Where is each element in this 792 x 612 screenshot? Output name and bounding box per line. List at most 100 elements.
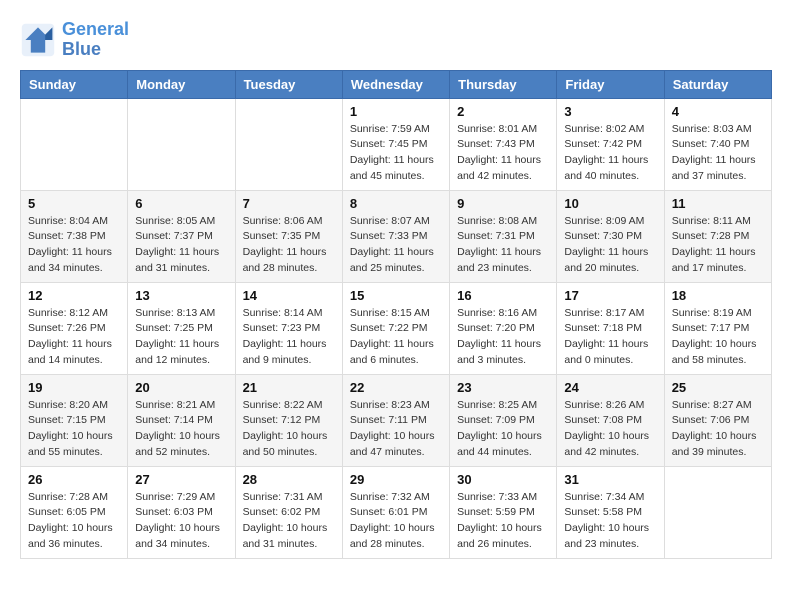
calendar-day-10: 10 Sunrise: 8:09 AM Sunset: 7:30 PM Dayli… <box>557 190 664 282</box>
day-header-thursday: Thursday <box>450 70 557 98</box>
calendar-week-row: 5 Sunrise: 8:04 AM Sunset: 7:38 PM Daylig… <box>21 190 772 282</box>
day-info: Sunrise: 8:07 AM Sunset: 7:33 PM Dayligh… <box>350 214 442 277</box>
calendar-day-21: 21 Sunrise: 8:22 AM Sunset: 7:12 PM Dayli… <box>235 374 342 466</box>
day-number: 18 <box>672 288 764 303</box>
day-number: 23 <box>457 380 549 395</box>
day-info: Sunrise: 8:01 AM Sunset: 7:43 PM Dayligh… <box>457 122 549 185</box>
calendar-day-12: 12 Sunrise: 8:12 AM Sunset: 7:26 PM Dayli… <box>21 282 128 374</box>
day-number: 28 <box>243 472 335 487</box>
day-info: Sunrise: 8:25 AM Sunset: 7:09 PM Dayligh… <box>457 398 549 461</box>
day-info: Sunrise: 8:27 AM Sunset: 7:06 PM Dayligh… <box>672 398 764 461</box>
day-info: Sunrise: 8:04 AM Sunset: 7:38 PM Dayligh… <box>28 214 120 277</box>
page-header: General Blue <box>20 20 772 60</box>
calendar-day-8: 8 Sunrise: 8:07 AM Sunset: 7:33 PM Daylig… <box>342 190 449 282</box>
day-info: Sunrise: 7:59 AM Sunset: 7:45 PM Dayligh… <box>350 122 442 185</box>
day-number: 27 <box>135 472 227 487</box>
calendar-day-30: 30 Sunrise: 7:33 AM Sunset: 5:59 PM Dayli… <box>450 466 557 558</box>
day-number: 3 <box>564 104 656 119</box>
day-number: 29 <box>350 472 442 487</box>
calendar-day-14: 14Sunrise: 8:14 AM Sunset: 7:23 PM Dayli… <box>235 282 342 374</box>
day-header-saturday: Saturday <box>664 70 771 98</box>
calendar-day-17: 17 Sunrise: 8:17 AM Sunset: 7:18 PM Dayli… <box>557 282 664 374</box>
day-info: Sunrise: 8:03 AM Sunset: 7:40 PM Dayligh… <box>672 122 764 185</box>
day-info: Sunrise: 8:14 AM Sunset: 7:23 PM Dayligh… <box>243 306 335 369</box>
day-number: 5 <box>28 196 120 211</box>
day-info: Sunrise: 8:26 AM Sunset: 7:08 PM Dayligh… <box>564 398 656 461</box>
calendar-day-5: 5 Sunrise: 8:04 AM Sunset: 7:38 PM Daylig… <box>21 190 128 282</box>
calendar-week-row: 19 Sunrise: 8:20 AM Sunset: 7:15 PM Dayli… <box>21 374 772 466</box>
day-info: Sunrise: 8:09 AM Sunset: 7:30 PM Dayligh… <box>564 214 656 277</box>
day-number: 16 <box>457 288 549 303</box>
calendar-day-15: 15 Sunrise: 8:15 AM Sunset: 7:22 PM Dayli… <box>342 282 449 374</box>
empty-day-cell <box>128 98 235 190</box>
day-header-sunday: Sunday <box>21 70 128 98</box>
calendar-header-row: SundayMondayTuesdayWednesdayThursdayFrid… <box>21 70 772 98</box>
calendar-week-row: 12 Sunrise: 8:12 AM Sunset: 7:26 PM Dayli… <box>21 282 772 374</box>
calendar-day-4: 4 Sunrise: 8:03 AM Sunset: 7:40 PM Daylig… <box>664 98 771 190</box>
day-info: Sunrise: 7:31 AM Sunset: 6:02 PM Dayligh… <box>243 490 335 553</box>
day-number: 2 <box>457 104 549 119</box>
day-number: 26 <box>28 472 120 487</box>
calendar-day-1: 1 Sunrise: 7:59 AM Sunset: 7:45 PM Daylig… <box>342 98 449 190</box>
day-info: Sunrise: 7:33 AM Sunset: 5:59 PM Dayligh… <box>457 490 549 553</box>
day-number: 13 <box>135 288 227 303</box>
day-number: 25 <box>672 380 764 395</box>
day-number: 11 <box>672 196 764 211</box>
day-info: Sunrise: 8:19 AM Sunset: 7:17 PM Dayligh… <box>672 306 764 369</box>
day-info: Sunrise: 8:17 AM Sunset: 7:18 PM Dayligh… <box>564 306 656 369</box>
calendar-day-25: 25 Sunrise: 8:27 AM Sunset: 7:06 PM Dayli… <box>664 374 771 466</box>
day-info: Sunrise: 7:28 AM Sunset: 6:05 PM Dayligh… <box>28 490 120 553</box>
day-info: Sunrise: 7:32 AM Sunset: 6:01 PM Dayligh… <box>350 490 442 553</box>
day-info: Sunrise: 7:29 AM Sunset: 6:03 PM Dayligh… <box>135 490 227 553</box>
calendar-day-3: 3 Sunrise: 8:02 AM Sunset: 7:42 PM Daylig… <box>557 98 664 190</box>
day-number: 7 <box>243 196 335 211</box>
calendar-day-18: 18 Sunrise: 8:19 AM Sunset: 7:17 PM Dayli… <box>664 282 771 374</box>
day-number: 4 <box>672 104 764 119</box>
day-info: Sunrise: 8:16 AM Sunset: 7:20 PM Dayligh… <box>457 306 549 369</box>
day-header-tuesday: Tuesday <box>235 70 342 98</box>
calendar-day-24: 24 Sunrise: 8:26 AM Sunset: 7:08 PM Dayli… <box>557 374 664 466</box>
day-number: 8 <box>350 196 442 211</box>
calendar-week-row: 26 Sunrise: 7:28 AM Sunset: 6:05 PM Dayli… <box>21 466 772 558</box>
day-number: 19 <box>28 380 120 395</box>
day-header-monday: Monday <box>128 70 235 98</box>
day-info: Sunrise: 8:15 AM Sunset: 7:22 PM Dayligh… <box>350 306 442 369</box>
day-number: 9 <box>457 196 549 211</box>
day-info: Sunrise: 8:23 AM Sunset: 7:11 PM Dayligh… <box>350 398 442 461</box>
day-number: 21 <box>243 380 335 395</box>
day-info: Sunrise: 8:21 AM Sunset: 7:14 PM Dayligh… <box>135 398 227 461</box>
calendar-day-22: 22 Sunrise: 8:23 AM Sunset: 7:11 PM Dayli… <box>342 374 449 466</box>
day-number: 15 <box>350 288 442 303</box>
day-number: 22 <box>350 380 442 395</box>
day-number: 24 <box>564 380 656 395</box>
day-number: 17 <box>564 288 656 303</box>
calendar-day-19: 19 Sunrise: 8:20 AM Sunset: 7:15 PM Dayli… <box>21 374 128 466</box>
day-info: Sunrise: 8:20 AM Sunset: 7:15 PM Dayligh… <box>28 398 120 461</box>
day-info: Sunrise: 8:12 AM Sunset: 7:26 PM Dayligh… <box>28 306 120 369</box>
day-info: Sunrise: 8:08 AM Sunset: 7:31 PM Dayligh… <box>457 214 549 277</box>
day-info: Sunrise: 7:34 AM Sunset: 5:58 PM Dayligh… <box>564 490 656 553</box>
empty-day-cell <box>664 466 771 558</box>
calendar-day-6: 6Sunrise: 8:05 AM Sunset: 7:37 PM Daylig… <box>128 190 235 282</box>
logo-icon <box>20 22 56 58</box>
calendar-day-26: 26 Sunrise: 7:28 AM Sunset: 6:05 PM Dayli… <box>21 466 128 558</box>
calendar-day-20: 20Sunrise: 8:21 AM Sunset: 7:14 PM Dayli… <box>128 374 235 466</box>
day-header-friday: Friday <box>557 70 664 98</box>
day-number: 12 <box>28 288 120 303</box>
day-number: 31 <box>564 472 656 487</box>
day-info: Sunrise: 8:02 AM Sunset: 7:42 PM Dayligh… <box>564 122 656 185</box>
day-info: Sunrise: 8:13 AM Sunset: 7:25 PM Dayligh… <box>135 306 227 369</box>
day-number: 1 <box>350 104 442 119</box>
calendar-day-7: 7Sunrise: 8:06 AM Sunset: 7:35 PM Daylig… <box>235 190 342 282</box>
logo-text: General Blue <box>62 20 129 60</box>
day-info: Sunrise: 8:05 AM Sunset: 7:37 PM Dayligh… <box>135 214 227 277</box>
day-number: 10 <box>564 196 656 211</box>
day-number: 30 <box>457 472 549 487</box>
day-header-wednesday: Wednesday <box>342 70 449 98</box>
day-info: Sunrise: 8:22 AM Sunset: 7:12 PM Dayligh… <box>243 398 335 461</box>
calendar-day-16: 16 Sunrise: 8:16 AM Sunset: 7:20 PM Dayli… <box>450 282 557 374</box>
calendar-day-23: 23 Sunrise: 8:25 AM Sunset: 7:09 PM Dayli… <box>450 374 557 466</box>
calendar-day-11: 11Sunrise: 8:11 AM Sunset: 7:28 PM Dayli… <box>664 190 771 282</box>
empty-day-cell <box>235 98 342 190</box>
empty-day-cell <box>21 98 128 190</box>
